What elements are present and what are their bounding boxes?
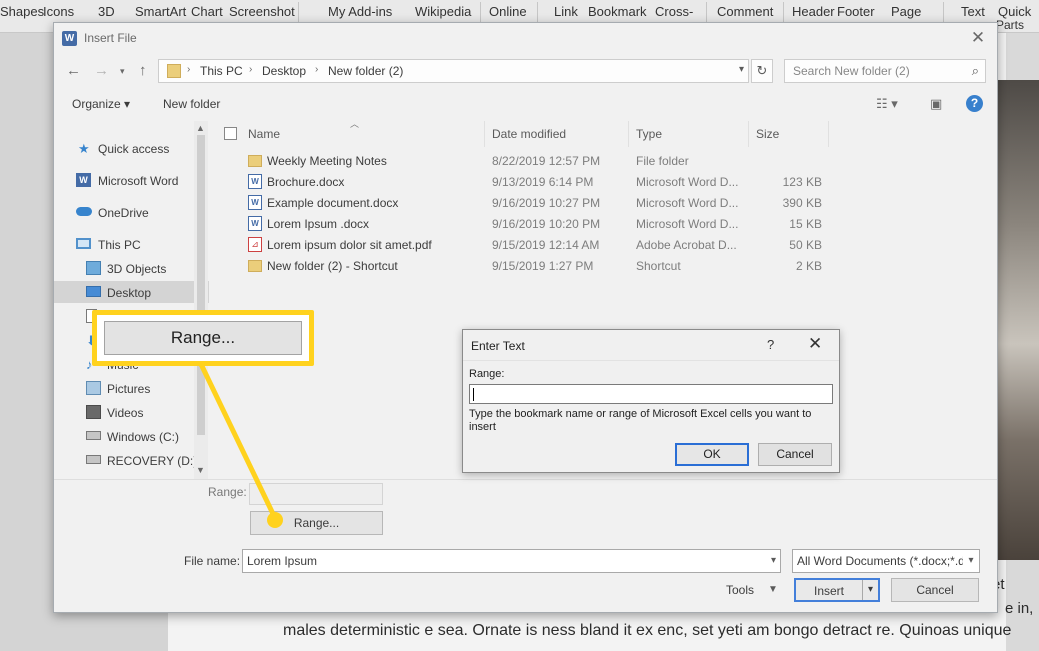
- ribbon-icons[interactable]: Icons: [43, 4, 74, 19]
- ribbon-screenshot[interactable]: Screenshot: [229, 4, 295, 19]
- ribbon-quick[interactable]: Quick: [998, 4, 1031, 19]
- ribbon-my-addins[interactable]: My Add-ins: [328, 4, 392, 19]
- enter-text-title: Enter Text: [471, 339, 525, 353]
- ribbon-comment[interactable]: Comment: [717, 4, 773, 19]
- ok-button[interactable]: OK: [675, 443, 749, 466]
- divider: [463, 360, 839, 361]
- ribbon-text[interactable]: Text: [961, 4, 985, 19]
- ribbon-3d[interactable]: 3D: [98, 4, 115, 19]
- close-icon[interactable]: ✕: [808, 334, 822, 354]
- ribbon-wikipedia[interactable]: Wikipedia: [415, 4, 471, 19]
- ribbon-chart[interactable]: Chart: [191, 4, 223, 19]
- document-image[interactable]: [998, 80, 1039, 560]
- ribbon-bookmark[interactable]: Bookmark: [588, 4, 647, 19]
- callout-range-button: Range...: [104, 321, 302, 355]
- help-icon[interactable]: ?: [767, 337, 774, 352]
- ribbon-link[interactable]: Link: [554, 4, 578, 19]
- cancel-button[interactable]: Cancel: [758, 443, 832, 466]
- document-text-line: males deterministic e sea. Ornate is nes…: [283, 622, 1012, 639]
- ribbon-page[interactable]: Page: [891, 4, 921, 19]
- ribbon-footer[interactable]: Footer: [837, 4, 875, 19]
- ribbon-shapes[interactable]: Shapes: [0, 4, 44, 19]
- text-caret: [473, 388, 474, 401]
- ribbon-online[interactable]: Online: [489, 4, 527, 19]
- range-callout: Range...: [92, 310, 314, 366]
- ribbon-parts[interactable]: Parts: [996, 18, 1024, 32]
- document-text-fragment: e in,: [1005, 600, 1034, 617]
- ribbon-smartart[interactable]: SmartArt: [135, 4, 186, 19]
- ribbon-cross-ref[interactable]: Cross-: [655, 4, 693, 19]
- range-label: Range:: [469, 368, 505, 380]
- enter-text-dialog: Enter Text ? ✕ Range: Type the bookmark …: [462, 329, 840, 473]
- ribbon-header[interactable]: Header: [792, 4, 835, 19]
- range-input[interactable]: [469, 384, 833, 404]
- range-instructions: Type the bookmark name or range of Micro…: [469, 408, 812, 433]
